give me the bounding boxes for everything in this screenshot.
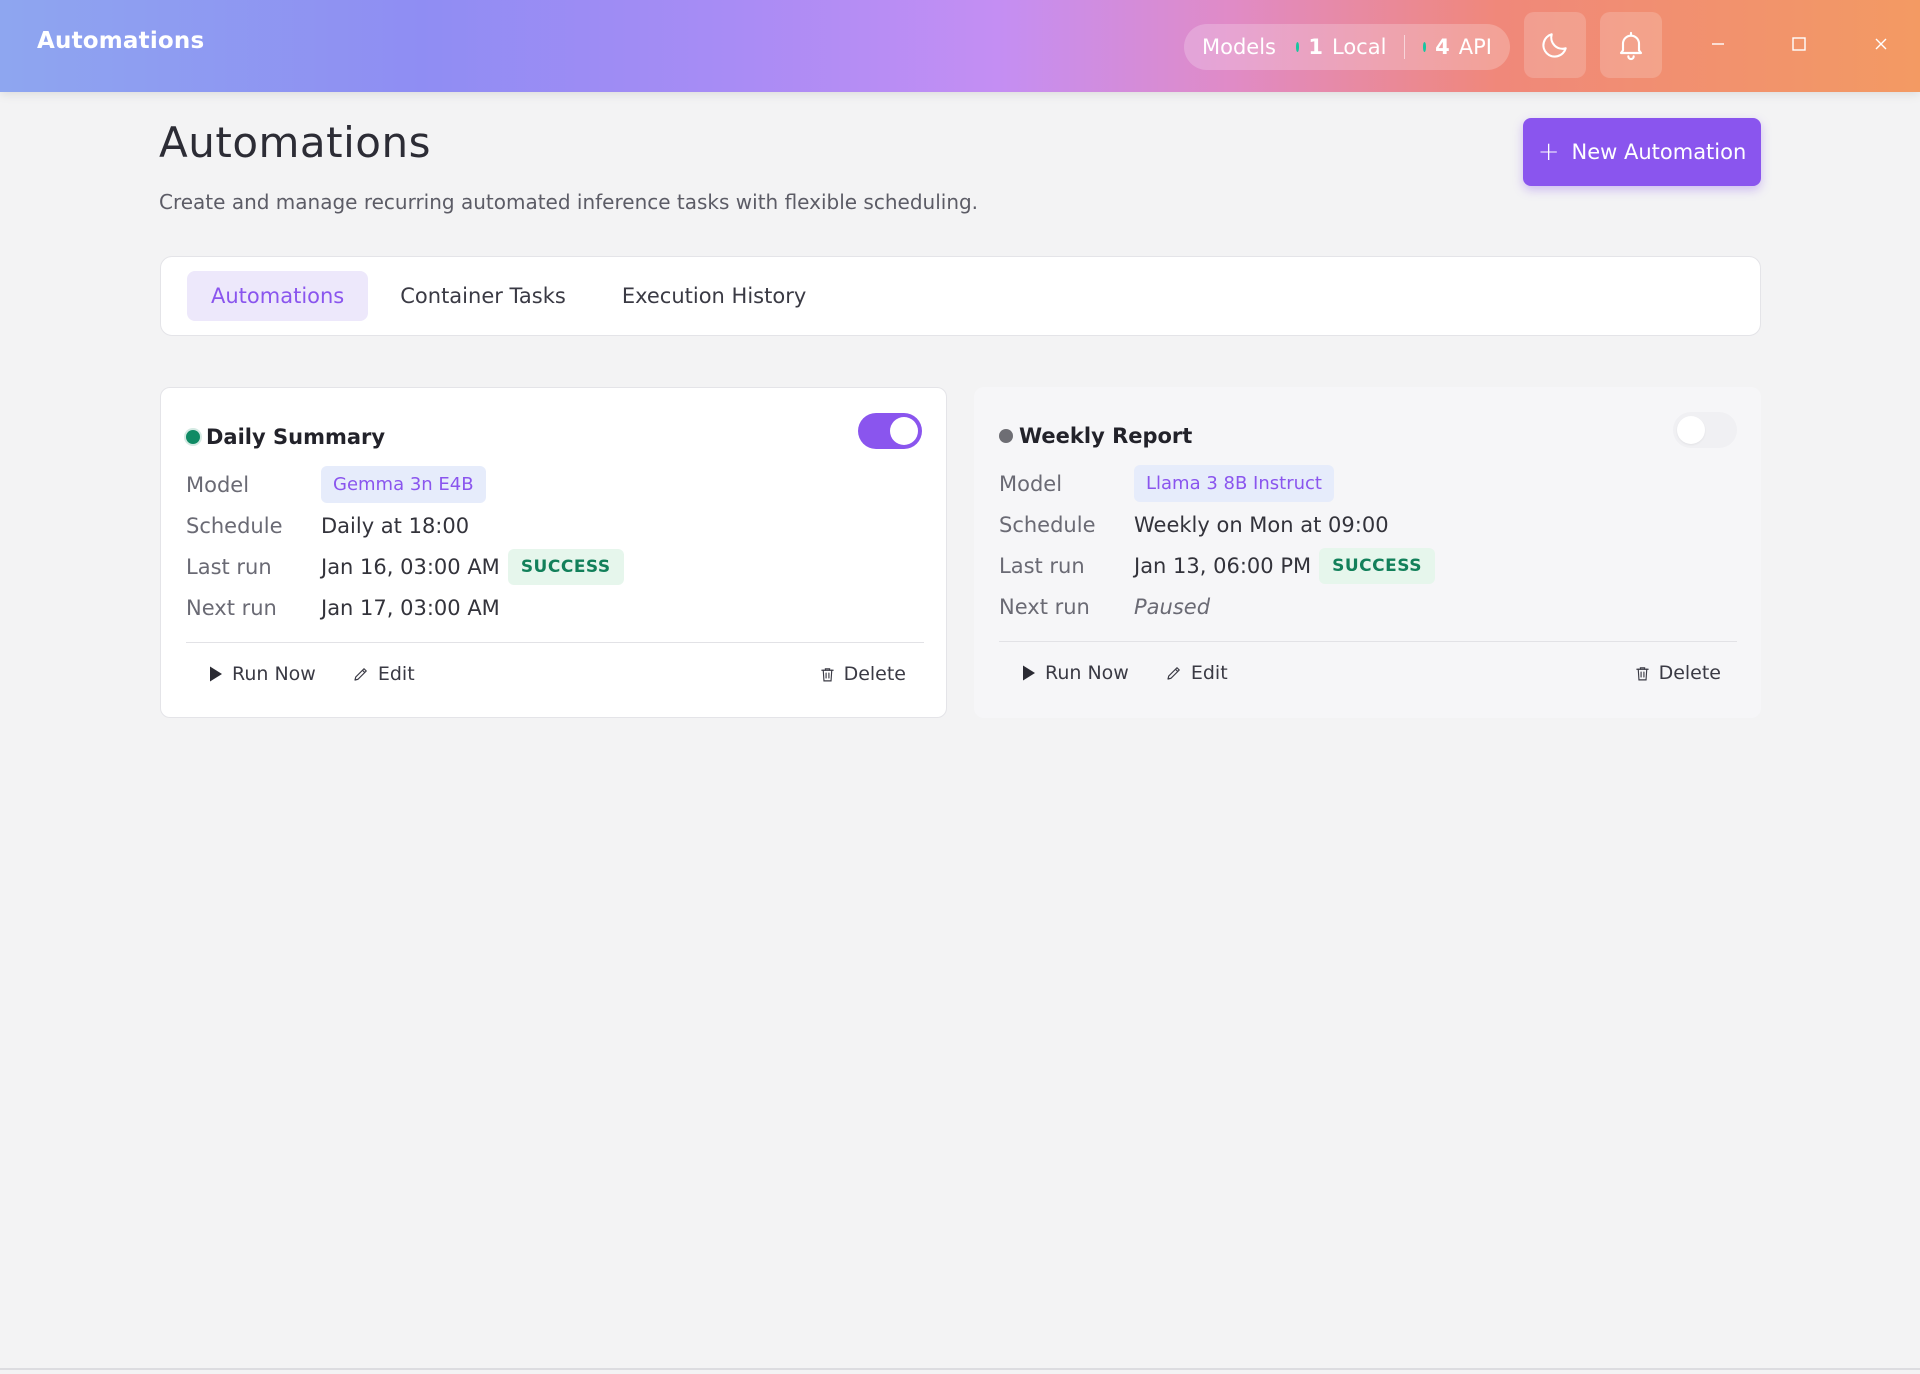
delete-button[interactable]: Delete bbox=[1634, 662, 1721, 684]
edit-label: Edit bbox=[377, 663, 415, 685]
next-run-label: Next run bbox=[186, 595, 277, 620]
play-icon bbox=[210, 666, 222, 682]
bell-icon bbox=[1619, 31, 1643, 60]
pencil-icon bbox=[1167, 667, 1180, 680]
active-status-dot bbox=[186, 430, 200, 444]
local-count: 1 bbox=[1308, 35, 1323, 59]
automation-name: Daily Summary bbox=[206, 425, 386, 449]
run-now-button[interactable]: Run Now bbox=[208, 663, 316, 685]
paused-status-dot bbox=[999, 429, 1013, 443]
tab-container-tasks[interactable]: Container Tasks bbox=[376, 271, 590, 321]
notifications-button[interactable] bbox=[1600, 12, 1662, 78]
close-icon bbox=[1875, 38, 1887, 50]
run-now-label: Run Now bbox=[232, 663, 316, 685]
schedule-value: Weekly on Mon at 09:00 bbox=[1134, 512, 1389, 537]
status-badge: SUCCESS bbox=[507, 548, 624, 585]
theme-toggle-button[interactable] bbox=[1524, 12, 1586, 78]
new-automation-label: New Automation bbox=[1571, 140, 1747, 164]
model-tag: Llama 3 8B Instruct bbox=[1134, 465, 1334, 502]
title-bar: Automations Models 1 Local 4 API bbox=[0, 0, 1920, 92]
delete-label: Delete bbox=[843, 663, 906, 685]
model-label: Model bbox=[186, 472, 250, 497]
api-label: API bbox=[1458, 35, 1493, 59]
pencil-icon bbox=[354, 668, 367, 681]
page-title: Automations bbox=[159, 118, 431, 167]
edit-button[interactable]: Edit bbox=[1165, 662, 1228, 684]
api-status-dot bbox=[1422, 42, 1427, 52]
enable-toggle[interactable] bbox=[1673, 412, 1737, 448]
last-run-value: Jan 16, 03:00 AM bbox=[321, 554, 500, 579]
minimize-button[interactable] bbox=[1696, 22, 1740, 66]
app-title: Automations bbox=[37, 28, 205, 54]
tab-bar: Automations Container Tasks Execution Hi… bbox=[160, 256, 1761, 336]
page-subtitle: Create and manage recurring automated in… bbox=[159, 190, 979, 214]
run-now-label: Run Now bbox=[1045, 662, 1129, 684]
models-status[interactable]: Models 1 Local 4 API bbox=[1184, 24, 1510, 70]
last-run-label: Last run bbox=[999, 553, 1085, 578]
delete-button[interactable]: Delete bbox=[819, 663, 906, 685]
model-tag: Gemma 3n E4B bbox=[321, 466, 486, 503]
plus-icon: + bbox=[1537, 137, 1560, 167]
enable-toggle[interactable] bbox=[858, 413, 922, 449]
toggle-knob bbox=[890, 417, 918, 445]
tab-execution-history[interactable]: Execution History bbox=[598, 271, 830, 321]
next-run-value: Jan 17, 03:00 AM bbox=[321, 595, 500, 620]
moon-icon bbox=[1542, 33, 1567, 58]
play-icon bbox=[1023, 665, 1035, 681]
automation-name: Weekly Report bbox=[1019, 424, 1193, 448]
edit-button[interactable]: Edit bbox=[352, 663, 415, 685]
run-now-button[interactable]: Run Now bbox=[1021, 662, 1129, 684]
minimize-icon bbox=[1712, 43, 1724, 45]
last-run-value: Jan 13, 06:00 PM bbox=[1134, 553, 1312, 578]
local-status-dot bbox=[1296, 42, 1300, 52]
close-button[interactable] bbox=[1859, 22, 1903, 66]
maximize-button[interactable] bbox=[1777, 22, 1821, 66]
last-run-label: Last run bbox=[186, 554, 272, 579]
delete-label: Delete bbox=[1658, 662, 1721, 684]
edit-label: Edit bbox=[1190, 662, 1228, 684]
tab-automations[interactable]: Automations bbox=[187, 271, 369, 321]
local-label: Local bbox=[1332, 35, 1387, 59]
schedule-label: Schedule bbox=[186, 513, 283, 538]
maximize-icon bbox=[1792, 37, 1806, 51]
automation-card-daily-summary: Daily Summary Model Gemma 3n E4B Schedul… bbox=[160, 387, 947, 718]
trash-icon bbox=[820, 667, 834, 681]
schedule-label: Schedule bbox=[999, 512, 1096, 537]
next-run-value: Paused bbox=[1134, 594, 1211, 619]
new-automation-button[interactable]: + New Automation bbox=[1523, 118, 1761, 186]
status-badge: SUCCESS bbox=[1319, 547, 1435, 584]
api-count: 4 bbox=[1435, 35, 1450, 59]
model-label: Model bbox=[999, 471, 1063, 496]
toggle-knob bbox=[1677, 416, 1705, 444]
automation-card-weekly-report: Weekly Report Model Llama 3 8B Instruct … bbox=[974, 387, 1761, 718]
next-run-label: Next run bbox=[999, 594, 1090, 619]
models-label: Models bbox=[1202, 35, 1276, 59]
schedule-value: Daily at 18:00 bbox=[321, 513, 470, 538]
trash-icon bbox=[1635, 666, 1649, 680]
bottom-border bbox=[0, 1368, 1920, 1370]
